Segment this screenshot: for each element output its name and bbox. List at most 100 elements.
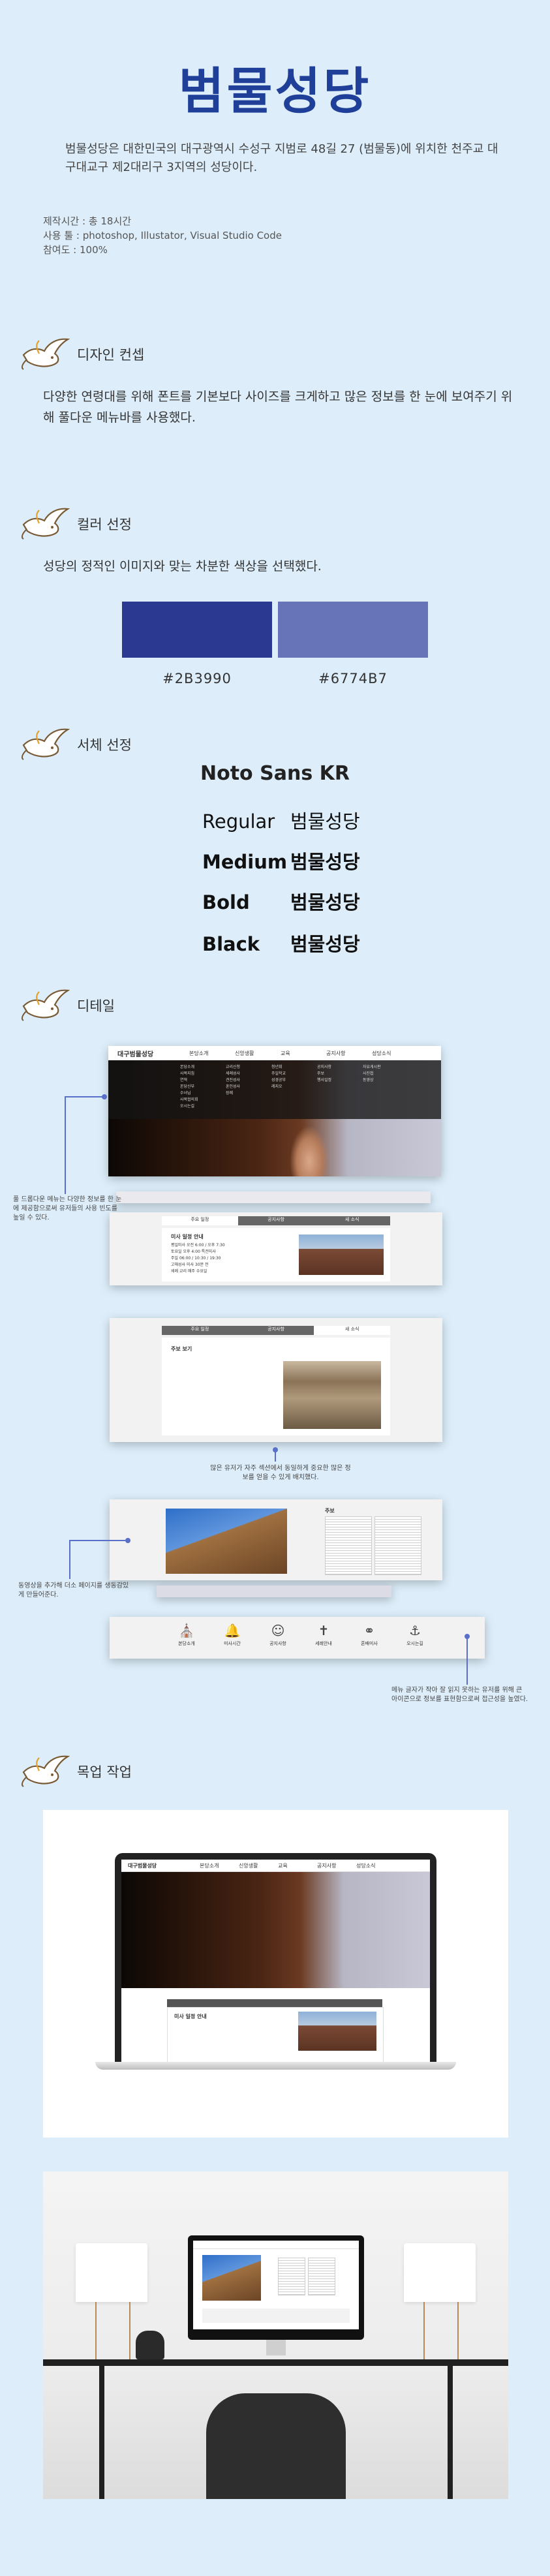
schedule-line: 평일미사 오전 6:00 / 오후 7:30 <box>171 1243 225 1248</box>
section-mockup-title: 목업 작업 <box>77 1764 132 1780</box>
mega-menu-item[interactable]: 본당신부 <box>180 1084 217 1090</box>
mega-menu-column: 자유게시판 사진첩 동영상 <box>363 1064 399 1119</box>
mega-menu-item[interactable]: 오시는길 <box>180 1103 217 1110</box>
mega-menu-column: 교리신청 세례성사 견진성사 혼인성사 장례 <box>226 1064 262 1119</box>
callout-line <box>69 1540 70 1579</box>
cathedral-video[interactable] <box>166 1509 287 1574</box>
icon-tile[interactable]: ⚓ 오시는길 <box>398 1621 432 1647</box>
panel-tab[interactable]: 공지사항 <box>238 1216 314 1225</box>
page-title: 범물성당 <box>178 62 372 120</box>
mega-menu-column: 공지사항 주보 행사일정 <box>317 1064 354 1119</box>
meta-time: 제작시간 : 총 18시간 <box>43 215 132 227</box>
bulletin-page[interactable] <box>374 1516 421 1575</box>
mega-menu-item[interactable]: 성경공부 <box>271 1077 308 1084</box>
monitor-stand <box>266 2340 286 2355</box>
nav-item[interactable]: 신앙생활 <box>239 1862 278 1869</box>
laptop-base <box>95 2062 456 2070</box>
detail-strip <box>157 1586 391 1597</box>
font-weight-label: Regular <box>202 810 275 833</box>
site-logo[interactable]: 대구범물성당 <box>117 1049 189 1058</box>
schedule-line: 토요일 오후 4:00 특전미사 <box>171 1250 216 1254</box>
mega-menu-item[interactable]: 견진성사 <box>226 1077 262 1084</box>
panel-title: 미사 일정 안내 <box>171 1234 204 1240</box>
dove-icon <box>21 1755 70 1787</box>
section-color-title: 컬러 선정 <box>77 517 132 532</box>
callout-line <box>65 1096 66 1194</box>
tab-bar <box>167 1999 382 2007</box>
mega-menu-column: 본당소개 사목지침 연혁 본당신부 수녀님 사목협의회 오시는길 <box>180 1064 217 1119</box>
mega-menu-column: 청년회 주일학교 성경공부 레지오 <box>271 1064 308 1119</box>
speaker <box>136 2331 164 2359</box>
hero-image <box>121 1872 430 1988</box>
mega-menu-item[interactable]: 본당소개 <box>180 1064 217 1071</box>
church-photo <box>299 1234 384 1275</box>
project-meta: 제작시간 : 총 18시간 사용 툴 : photoshop, Illustat… <box>43 214 282 257</box>
nav-item[interactable]: 성당소식 <box>372 1050 418 1057</box>
meta-tools: 사용 툴 : photoshop, Illustator, Visual Stu… <box>43 230 282 241</box>
detail-shot-schedule: 주요 일정 공지사항 새 소식 미사 일정 안내 평일미사 오전 6:00 / … <box>110 1212 442 1285</box>
mega-menu-item[interactable]: 주일학교 <box>271 1071 308 1077</box>
mega-menu-item[interactable]: 혼인성사 <box>226 1084 262 1090</box>
icon-tile[interactable]: ⛪ 본당소개 <box>170 1621 204 1647</box>
site-logo[interactable]: 대구범물성당 <box>128 1862 200 1869</box>
laptop-screen: 대구범물성당 본당소개 신앙생활 교육 공지사항 성당소식 미사 일정 안내 <box>121 1860 430 2062</box>
mega-menu-item[interactable]: 사목지침 <box>180 1071 217 1077</box>
mega-menu-item[interactable]: 수녀님 <box>180 1090 217 1097</box>
icon-row <box>202 2308 350 2323</box>
mega-menu-item[interactable]: 장례 <box>226 1090 262 1097</box>
mega-menu-item[interactable]: 주보 <box>317 1071 354 1077</box>
detail-strip <box>116 1191 431 1203</box>
mega-menu-item[interactable]: 자유게시판 <box>363 1064 399 1071</box>
section-font-title: 서체 선정 <box>77 737 132 753</box>
panel-tab[interactable]: 새 소식 <box>314 1216 390 1225</box>
nav-item[interactable]: 공지사항 <box>326 1050 372 1057</box>
bulletin-page <box>278 2258 305 2295</box>
church-icon: ⛪ <box>178 1623 195 1638</box>
icon-tile[interactable]: ☺ 공지사항 <box>261 1621 295 1647</box>
panel-tab[interactable]: 주요 일정 <box>162 1216 238 1225</box>
group-photo <box>283 1361 381 1429</box>
mega-menu-item[interactable]: 행사일정 <box>317 1077 354 1084</box>
schedule-line: 주일 06:00 / 10:30 / 19:30 <box>171 1256 221 1261</box>
bell-icon: 🔔 <box>224 1623 241 1638</box>
nav-item[interactable]: 본당소개 <box>189 1050 235 1057</box>
mega-menu-item[interactable]: 사진첩 <box>363 1071 399 1077</box>
note-dropdown: 풀 드롭다운 메뉴는 다양한 정보를 한 눈에 제공함으로써 유저들의 사용 빈… <box>13 1196 122 1221</box>
note-sections: 많은 유저가 자주 섹션에서 동일하게 중요한 많은 정보를 얻을 수 있게 배… <box>210 1465 351 1481</box>
color-label-secondary: #6774B7 <box>318 671 388 686</box>
nav-item[interactable]: 교육 <box>278 1862 317 1869</box>
mega-menu-item[interactable]: 교리신청 <box>226 1064 262 1071</box>
icon-tile[interactable]: ✝ 세례안내 <box>307 1621 341 1647</box>
nav-item[interactable]: 공지사항 <box>317 1862 356 1869</box>
font-sample: 범물성당 <box>290 933 360 955</box>
mega-menu-item[interactable]: 공지사항 <box>317 1064 354 1071</box>
icon-tile[interactable]: 🔔 미사시간 <box>215 1621 249 1647</box>
mega-menu-item[interactable]: 동영상 <box>363 1077 399 1084</box>
nav-item[interactable]: 교육 <box>281 1050 326 1057</box>
mega-menu-item[interactable]: 레지오 <box>271 1084 308 1090</box>
mega-menu-item[interactable]: 연혁 <box>180 1077 217 1084</box>
nav-item[interactable]: 본당소개 <box>200 1862 239 1869</box>
cathedral-video <box>202 2255 261 2301</box>
panel-tab[interactable]: 주요 일정 <box>162 1326 238 1335</box>
anchor-icon: ⚓ <box>409 1623 421 1638</box>
nav-item[interactable]: 성당소식 <box>356 1862 395 1869</box>
mega-menu-item[interactable]: 세례성사 <box>226 1071 262 1077</box>
mega-menu-item[interactable]: 사목협의회 <box>180 1097 217 1103</box>
nav-item[interactable]: 신앙생활 <box>235 1050 281 1057</box>
section-concept-body: 다양한 연령대를 위해 폰트를 기본보다 사이즈를 크게하고 많은 정보를 한 … <box>43 390 513 425</box>
font-sample: 범물성당 <box>290 851 360 873</box>
laptop-bezel: 대구범물성당 본당소개 신앙생활 교육 공지사항 성당소식 미사 일정 안내 <box>115 1853 436 2062</box>
section-concept-title: 디자인 컨셉 <box>77 347 145 363</box>
detail-shot-bulletin: 주요 일정 공지사항 새 소식 주보 보기 <box>110 1318 442 1442</box>
panel-tab[interactable]: 공지사항 <box>238 1326 314 1335</box>
mega-menu-item[interactable]: 청년회 <box>271 1064 308 1071</box>
icon-tile[interactable]: ⚭ 혼배미사 <box>352 1621 386 1647</box>
panel-title: 주보 보기 <box>171 1346 192 1352</box>
panel-tab[interactable]: 새 소식 <box>314 1326 391 1335</box>
cross-icon: ✝ <box>318 1623 329 1638</box>
note-icons: 메뉴 글자가 작아 잘 읽지 못하는 유저를 위해 큰 아이콘으로 정보를 표현… <box>391 1687 528 1703</box>
lamp-base <box>423 2302 459 2361</box>
lamp-shade <box>404 2243 476 2302</box>
bulletin-page[interactable] <box>325 1516 372 1575</box>
